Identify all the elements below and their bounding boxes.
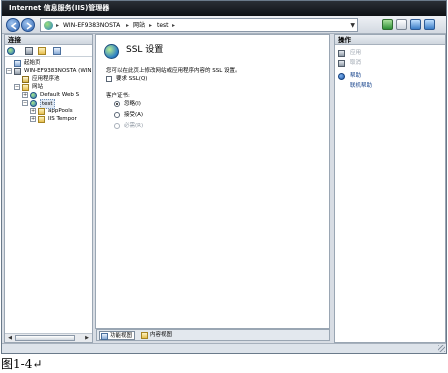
iis-manager-window: Internet 信息服务(IIS)管理器 ▸ WIN-EF9383NOSTA … (1, 0, 447, 354)
tab-content-view[interactable]: 内容视图 (140, 331, 172, 340)
tree-item-label: 起始页 (24, 60, 41, 66)
expand-toggle[interactable]: + (30, 116, 36, 122)
breadcrumb-server[interactable]: WIN-EF9383NOSTA (63, 21, 120, 30)
globe-icon (30, 92, 37, 99)
status-bar (2, 343, 446, 353)
globe-icon (44, 21, 53, 30)
home-icon[interactable] (410, 19, 421, 30)
home-icon (14, 60, 21, 67)
breadcrumb-separator: ▸ (149, 22, 153, 29)
resize-grip-icon[interactable] (438, 345, 445, 352)
actions-pane: 操作 应用 取消 帮助 联机帮助 (334, 34, 446, 343)
client-certificates-label: 客户证书: (106, 93, 130, 99)
scrollbar-thumb[interactable] (15, 335, 75, 341)
radio-label: 接受(A) (124, 112, 144, 118)
help-icon[interactable] (424, 19, 435, 30)
tab-label: 内容视图 (150, 332, 173, 338)
collapse-toggle[interactable]: − (22, 100, 28, 106)
address-bar: ▸ WIN-EF9383NOSTA ▸ 网站 ▸ test ▸ ▼ (2, 16, 446, 34)
breadcrumb-separator: ▸ (126, 22, 130, 29)
server-icon (14, 68, 21, 75)
up-icon[interactable] (38, 47, 46, 55)
tree-item-label: IIS Tempor (48, 116, 77, 122)
cancel-icon (338, 60, 345, 67)
require-ssl-checkbox[interactable] (106, 76, 112, 82)
disconnect-icon[interactable] (53, 47, 61, 55)
content-view-icon (141, 332, 148, 339)
connections-pane: 连接 起始页 − WIN-EF9383NOSTA (WIN 应用程序池 − 网站… (4, 34, 93, 343)
connections-title: 连接 (5, 35, 92, 45)
tree-item-label: WIN-EF9383NOSTA (WIN (24, 68, 92, 74)
collapse-toggle[interactable]: − (6, 68, 12, 74)
tree-item-label: Default Web S (40, 92, 80, 98)
expand-toggle[interactable]: + (22, 92, 28, 98)
folder-icon (38, 116, 45, 123)
tree-item-label: appPools (48, 108, 73, 114)
folder-icon (38, 108, 45, 115)
stop-icon[interactable] (396, 19, 407, 30)
scroll-left-icon[interactable]: ◀ (6, 335, 14, 341)
sites-folder-icon (22, 84, 29, 91)
actions-title: 操作 (335, 35, 445, 45)
help-icon (338, 73, 345, 80)
collapse-toggle[interactable]: − (14, 84, 20, 90)
features-view-icon (101, 333, 108, 340)
app-pool-icon (22, 76, 29, 83)
breadcrumb-sites[interactable]: 网站 (133, 21, 145, 30)
action-label: 取消 (350, 60, 362, 66)
page-description: 您可以在此页上修改网站或应用程序内容的 SSL 设置。 (106, 68, 241, 74)
tab-features-view[interactable]: 功能视图 (99, 331, 136, 340)
ssl-settings-pane: SSL 设置 您可以在此页上修改网站或应用程序内容的 SSL 设置。 要求 SS… (95, 34, 330, 329)
tree-item-label: 应用程序池 (32, 76, 60, 82)
expand-toggle[interactable]: + (30, 108, 36, 114)
back-button[interactable] (6, 18, 20, 32)
apply-icon (338, 50, 345, 57)
radio-label: 必需(R) (124, 123, 144, 129)
horizontal-scrollbar[interactable]: ◀ ▶ (5, 333, 92, 342)
back-arrow-icon (10, 22, 17, 30)
save-icon[interactable] (25, 47, 33, 55)
breadcrumb-separator: ▸ (56, 22, 60, 29)
breadcrumb-test[interactable]: test (157, 21, 169, 30)
ssl-globe-icon (104, 44, 119, 59)
action-label: 应用 (350, 50, 362, 56)
radio-button[interactable] (114, 101, 120, 107)
breadcrumb-separator: ▸ (172, 22, 176, 29)
forward-button[interactable] (21, 18, 35, 32)
tab-label: 功能视图 (110, 333, 133, 339)
chevron-down-icon[interactable]: ▼ (350, 22, 355, 29)
tree-item-label: 网站 (32, 84, 44, 90)
action-label: 联机帮助 (350, 83, 373, 89)
radio-label: 忽略(I) (124, 101, 141, 107)
connections-tree: 起始页 − WIN-EF9383NOSTA (WIN 应用程序池 − 网站 + … (5, 57, 92, 331)
figure-caption: 图1-4↵ (1, 357, 43, 371)
connections-toolbar (5, 45, 92, 57)
address-field[interactable]: ▸ WIN-EF9383NOSTA ▸ 网站 ▸ test ▸ ▼ (40, 18, 358, 32)
view-tabs: 功能视图 内容视图 (96, 329, 330, 341)
require-ssl-label: 要求 SSL(Q) (116, 76, 148, 82)
globe-icon (30, 100, 37, 107)
radio-button (114, 123, 120, 129)
forward-arrow-icon (26, 22, 33, 30)
connect-icon[interactable] (7, 47, 15, 55)
window-title: Internet 信息服务(IIS)管理器 (2, 1, 446, 16)
page-title: SSL 设置 (126, 45, 164, 55)
radio-button[interactable] (114, 112, 120, 118)
refresh-icon[interactable] (382, 19, 393, 30)
action-label: 帮助 (350, 73, 362, 79)
scroll-right-icon[interactable]: ▶ (83, 335, 91, 341)
